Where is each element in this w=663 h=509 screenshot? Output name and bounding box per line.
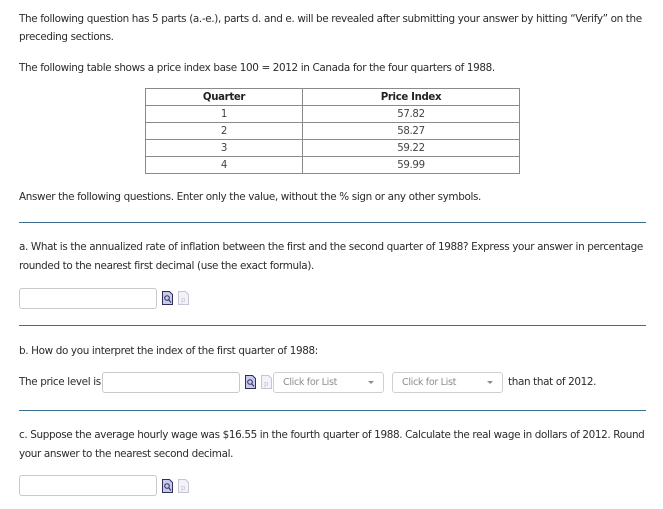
price-index-cell: 59.99 (302, 156, 520, 174)
price-index-cell: 57.82 (302, 105, 520, 123)
instructions: Answer the following questions. Enter on… (19, 191, 482, 203)
table-row: 3 59.22 (145, 139, 520, 157)
header-price-index: Price Index (302, 88, 520, 106)
part-b-dropdown-2[interactable]: Click for List (392, 372, 503, 393)
part-c-line-2: your answer to the nearest second decima… (19, 448, 234, 460)
part-c-line-1: c. Suppose the average hourly wage was $… (19, 429, 645, 441)
price-index-table: Quarter Price Index 1 57.82 2 58.27 3 59… (145, 88, 520, 174)
header-quarter: Quarter (145, 88, 303, 106)
document-p-icon: p (261, 375, 272, 389)
section-divider (19, 325, 646, 326)
table-header-row: Quarter Price Index (145, 88, 520, 106)
intro-line-1: The following question has 5 parts (a.-e… (19, 13, 642, 25)
part-a-answer-input[interactable] (19, 288, 157, 309)
quarter-cell: 2 (145, 122, 303, 140)
part-b-dropdown-1[interactable]: Click for List (273, 372, 384, 393)
document-p-icon: p (178, 291, 189, 305)
table-row: 1 57.82 (145, 105, 520, 123)
quarter-cell: 3 (145, 139, 303, 157)
document-magnifier-icon[interactable] (162, 479, 173, 493)
part-c-answer-input[interactable] (19, 475, 157, 496)
part-a-line-2: rounded to the nearest first decimal (us… (19, 260, 314, 272)
table-intro: The following table shows a price index … (19, 62, 495, 74)
table-row: 4 59.99 (145, 156, 520, 174)
quarter-cell: 1 (145, 105, 303, 123)
chevron-down-icon (487, 381, 493, 384)
part-a-line-1: a. What is the annualized rate of inflat… (19, 241, 643, 253)
chevron-down-icon (368, 381, 374, 384)
part-b-answer-input[interactable] (102, 372, 240, 393)
part-b-prefix: The price level is (19, 376, 101, 388)
document-magnifier-icon[interactable] (245, 375, 256, 389)
part-b-question: b. How do you interpret the index of the… (19, 345, 318, 357)
section-divider (19, 222, 646, 223)
part-b-suffix: than that of 2012. (508, 376, 597, 388)
quarter-cell: 4 (145, 156, 303, 174)
intro-line-2: preceding sections. (19, 31, 114, 43)
dropdown-1-placeholder: Click for List (283, 377, 338, 388)
section-divider (19, 410, 646, 411)
document-magnifier-icon[interactable] (162, 291, 173, 305)
price-index-cell: 59.22 (302, 139, 520, 157)
table-row: 2 58.27 (145, 122, 520, 140)
document-p-icon: p (178, 479, 189, 493)
dropdown-2-placeholder: Click for List (402, 377, 457, 388)
price-index-cell: 58.27 (302, 122, 520, 140)
